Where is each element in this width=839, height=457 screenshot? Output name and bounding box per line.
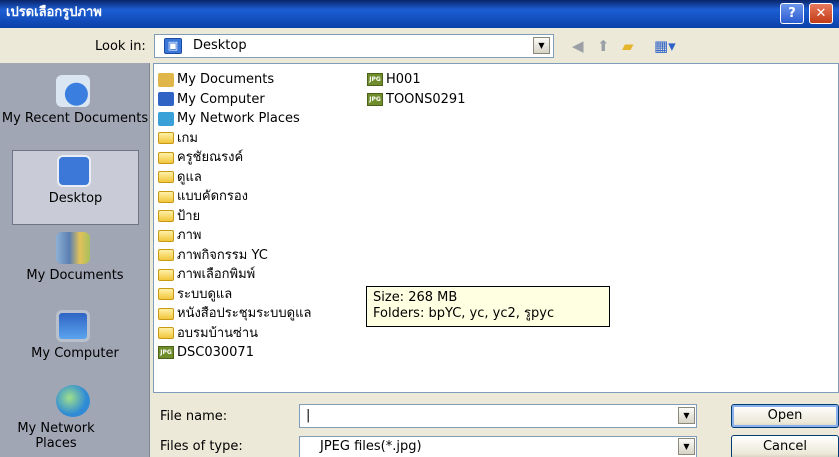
file-list[interactable]: My Documents My Computer My Network Places… (153, 63, 839, 393)
file-list-item[interactable]: My Documents (158, 70, 311, 90)
folder-icon (158, 268, 174, 281)
file-list-item[interactable]: JPG DSC030071 (158, 343, 311, 363)
file-column-1: My Documents My Computer My Network Places… (158, 70, 311, 363)
file-list-item[interactable]: My Computer (158, 90, 311, 110)
files-of-type-dropdown-arrow[interactable]: ▼ (678, 438, 695, 455)
place-label: My Recent Documents (1, 111, 149, 126)
up-folder-icon[interactable]: ⬆ (597, 36, 610, 56)
close-button[interactable]: ✕ (809, 3, 833, 24)
file-name-text: หนังสือประชุมระบบดูแล (177, 306, 312, 322)
desktop-icon: ▣ (164, 38, 182, 54)
file-name-label: File name: (160, 409, 228, 424)
file-name-text: My Network Places (177, 111, 300, 127)
system-folder-icon (158, 92, 174, 107)
file-list-item[interactable]: แบบคัดกรอง (158, 187, 311, 207)
file-name-text: TOONS0291 (386, 91, 466, 107)
place-desktop[interactable]: Desktop (12, 150, 139, 225)
file-name-text: H001 (386, 72, 421, 88)
file-list-item[interactable]: ภาพกิจกรรม YC (158, 246, 311, 266)
file-list-item[interactable]: ภาพ (158, 226, 311, 246)
file-name-dropdown-arrow[interactable]: ▼ (678, 407, 695, 424)
file-list-item[interactable]: ภาพเลือกพิมพ์ (158, 265, 311, 285)
folder-icon (158, 132, 174, 145)
desktop-icon (57, 155, 91, 187)
file-list-item[interactable]: เกม (158, 129, 311, 149)
system-folder-icon (158, 72, 174, 87)
file-name-text: ป้าย (177, 208, 201, 224)
look-in-value: Desktop (193, 38, 247, 53)
folder-icon (158, 327, 174, 340)
file-name-text: ครูชัยณรงค์ (177, 150, 244, 166)
file-list-item[interactable]: ดูแล (158, 168, 311, 188)
title-bar: เปรดเลือกรูปภาพ (0, 0, 839, 28)
cancel-button[interactable]: Cancel (731, 435, 839, 457)
file-list-item[interactable]: ครูชัยณรงค์ (158, 148, 311, 168)
system-folder-icon (158, 111, 174, 126)
help-button[interactable]: ? (780, 3, 804, 24)
place-network[interactable]: My Network Places (0, 381, 150, 456)
place-label: Desktop (48, 191, 103, 206)
tooltip-size: Size: 268 MB (373, 290, 458, 305)
open-button[interactable]: Open (731, 404, 839, 428)
file-name-input[interactable]: | (299, 404, 697, 428)
file-name-text: แบบคัดกรอง (177, 189, 249, 205)
folder-icon (158, 171, 174, 184)
file-name-text: ระบบดูแล (177, 286, 233, 302)
file-list-item[interactable]: ป้าย (158, 207, 311, 227)
folder-icon (158, 288, 174, 301)
file-name-text: ภาพ (177, 228, 202, 244)
place-label: My Computer (31, 346, 119, 361)
file-name-text: เกม (177, 130, 198, 146)
place-my-documents[interactable]: My Documents (0, 228, 150, 303)
folder-tooltip: Size: 268 MB Folders: bpYC, yc, yc2, รูp… (366, 286, 610, 327)
my-documents-icon (56, 232, 90, 264)
folder-icon (158, 229, 174, 242)
recent-documents-icon (56, 75, 90, 107)
file-list-item[interactable]: JPG TOONS0291 (367, 90, 465, 110)
file-list-item[interactable]: ระบบดูแล (158, 285, 311, 305)
place-recent-documents[interactable]: My Recent Documents (0, 71, 150, 146)
network-places-icon (56, 385, 90, 417)
window-title: เปรดเลือกรูปภาพ (6, 5, 102, 20)
file-name-text: อบรมบ้านซ่าน (177, 325, 259, 341)
file-name-text: My Documents (177, 72, 275, 88)
file-list-item[interactable]: JPG H001 (367, 70, 465, 90)
place-label: My Documents (26, 268, 124, 283)
file-name-text: ภาพกิจกรรม YC (177, 247, 268, 263)
my-computer-icon (56, 310, 90, 342)
file-list-item[interactable]: My Network Places (158, 109, 311, 129)
files-of-type-label: Files of type: (160, 439, 243, 454)
look-in-label: Look in: (95, 39, 146, 54)
jpg-file-icon: JPG (367, 73, 383, 87)
folder-icon (158, 151, 174, 164)
file-list-item[interactable]: อบรมบ้านซ่าน (158, 324, 311, 344)
file-name-text: ดูแล (177, 169, 202, 185)
jpg-file-icon: JPG (367, 92, 383, 106)
file-column-2: JPG H001 JPG TOONS0291 (367, 70, 465, 109)
new-folder-icon[interactable]: ▰ (622, 36, 634, 56)
folder-icon (158, 210, 174, 223)
look-in-dropdown[interactable]: ▣ Desktop (154, 34, 554, 58)
file-name-text: DSC030071 (177, 345, 254, 361)
file-list-item[interactable]: หนังสือประชุมระบบดูแล (158, 304, 311, 324)
folder-icon (158, 307, 174, 320)
back-icon[interactable]: ◀ (572, 36, 584, 56)
place-label: My Network Places (17, 421, 95, 451)
view-menu-icon[interactable]: ▦▾ (654, 36, 676, 56)
look-in-dropdown-arrow[interactable]: ▼ (533, 37, 550, 54)
place-my-computer[interactable]: My Computer (0, 306, 150, 381)
file-name-text: ภาพเลือกพิมพ์ (177, 267, 256, 283)
file-name-text: My Computer (177, 91, 265, 107)
folder-icon (158, 190, 174, 203)
places-bar: My Recent Documents Desktop My Documents… (0, 63, 150, 457)
files-of-type-select[interactable]: JPEG files(*.jpg) (299, 436, 697, 457)
folder-icon (158, 249, 174, 262)
tooltip-folders: Folders: bpYC, yc, yc2, รูpyc (373, 306, 555, 321)
jpg-file-icon: JPG (158, 346, 174, 360)
